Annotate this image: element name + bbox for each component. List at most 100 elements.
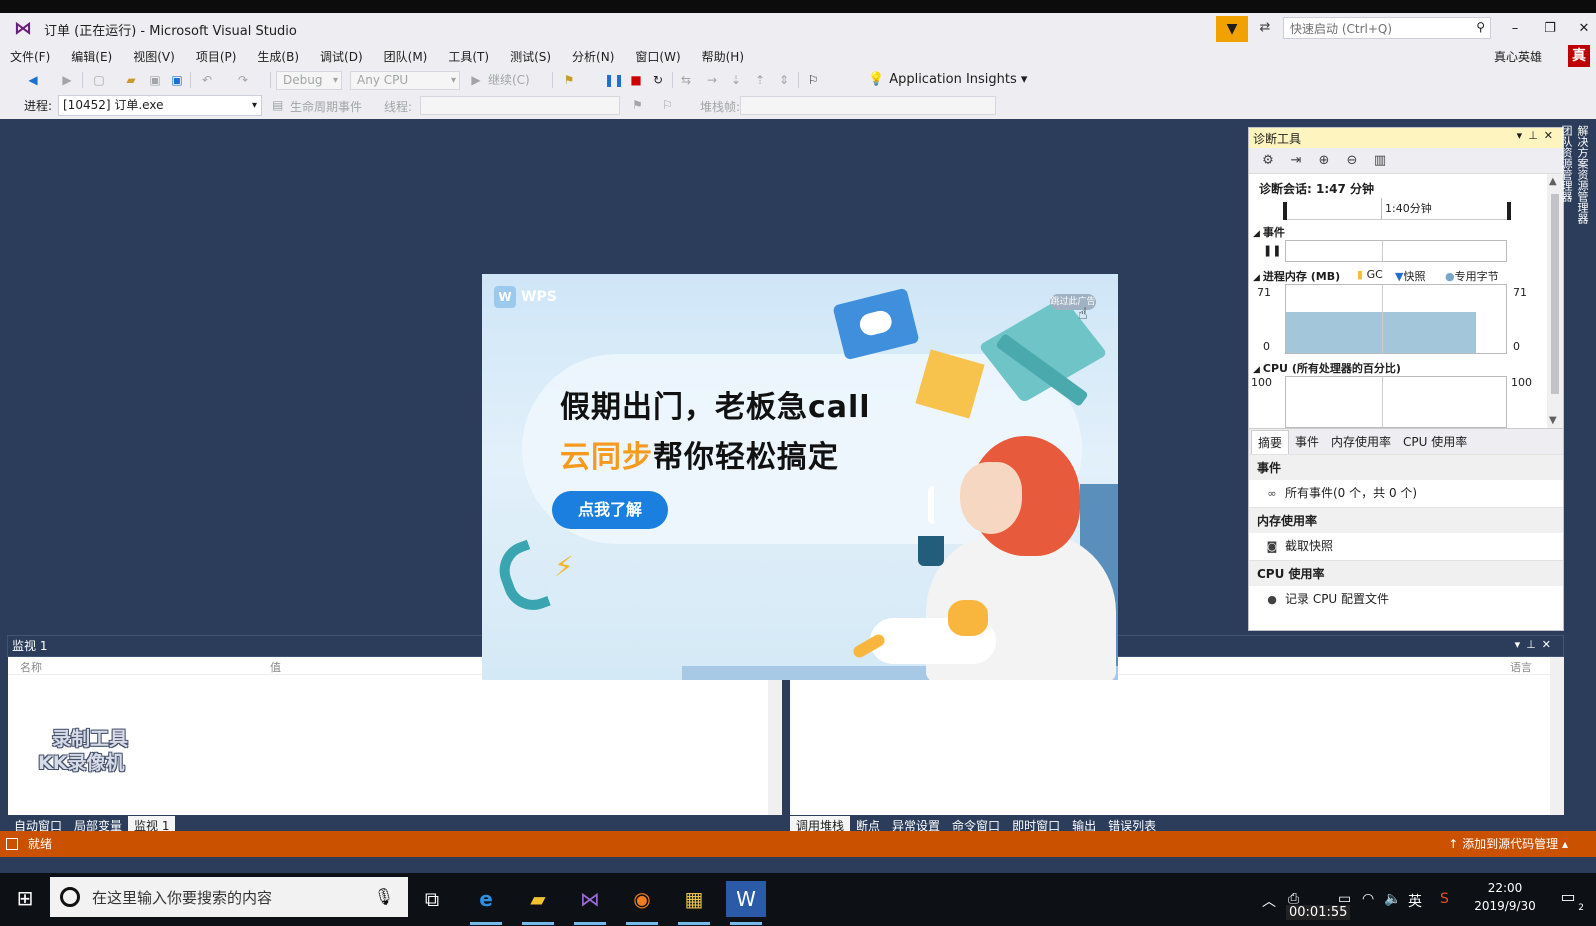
undo-icon[interactable]: ↶	[198, 71, 216, 89]
menu-edit[interactable]: 编辑(E)	[65, 48, 118, 65]
show-hidden-icons-chevron-icon[interactable]: ︿	[1262, 891, 1276, 911]
timeline-end-marker[interactable]	[1507, 202, 1511, 220]
tab-team-explorer[interactable]: 团队资源管理器	[1558, 125, 1574, 224]
open-file-icon[interactable]: ▰	[122, 71, 140, 89]
tab-summary[interactable]: 摘要	[1251, 429, 1290, 454]
events-section-header[interactable]: ◢ 事件	[1253, 224, 1285, 240]
flag-filter-icon[interactable]: ⚑	[632, 98, 643, 112]
minimize-button[interactable]: –	[1505, 19, 1525, 39]
timeline-ruler[interactable]: 1:40分钟	[1283, 198, 1511, 220]
wps-writer-icon[interactable]: W	[726, 881, 766, 925]
new-project-icon[interactable]: ▢	[90, 71, 108, 89]
callstack-scrollbar[interactable]	[1550, 657, 1564, 815]
restore-button[interactable]: ❐	[1540, 19, 1560, 39]
menu-team[interactable]: 团队(M)	[378, 48, 434, 65]
tab-memory-usage[interactable]: 内存使用率	[1325, 430, 1397, 453]
skip-ad-button[interactable]: 跳过此广告	[1050, 294, 1096, 310]
file-explorer-icon[interactable]: ▰	[518, 881, 558, 925]
wps-ad-popup[interactable]: W WPS 跳过此广告 ☝ 假期出门，老板急call 云同步帮你轻松搞定 点我了解…	[482, 274, 1118, 680]
zoom-out-icon[interactable]: ⊖	[1341, 151, 1363, 171]
col-name[interactable]: 名称	[20, 659, 42, 675]
lifecycle-events-button[interactable]: 生命周期事件	[290, 98, 362, 115]
settings-gear-icon[interactable]: ⚙	[1257, 151, 1279, 171]
solution-platform-select[interactable]: Any CPU	[350, 71, 460, 90]
chart-icon[interactable]: ▥	[1369, 151, 1391, 171]
menu-debug[interactable]: 调试(D)	[314, 48, 369, 65]
process-select-icon[interactable]: ⚑	[558, 71, 580, 89]
action-center-icon[interactable]: ▭ 2	[1556, 887, 1584, 913]
notification-filter-icon[interactable]: ▼	[1216, 16, 1248, 42]
summary-events-item[interactable]: ∞ 所有事件(0 个，共 0 个)	[1249, 480, 1563, 507]
callstack-panel[interactable]: 名称 语言	[790, 657, 1564, 815]
panel-window-buttons[interactable]: ▾⊥✕	[1517, 129, 1559, 142]
menu-tools[interactable]: 工具(T)	[442, 48, 495, 65]
zoom-in-icon[interactable]: ⊕	[1313, 151, 1335, 171]
media-app-icon[interactable]: ▦	[674, 881, 714, 925]
network-icon[interactable]: ◠	[1362, 891, 1374, 907]
scroll-thumb[interactable]	[1551, 194, 1559, 394]
recorder-app-icon[interactable]: ◉	[622, 881, 662, 925]
stack-frame-select[interactable]	[740, 96, 996, 115]
export-icon[interactable]: ⇥	[1285, 151, 1307, 171]
panel-window-buttons[interactable]: ▾⊥✕	[1515, 638, 1557, 651]
feedback-icon[interactable]: ⇄	[1256, 20, 1274, 38]
step-out-icon[interactable]: ⇡	[752, 71, 768, 89]
col-value[interactable]: 值	[270, 659, 281, 675]
hex-icon[interactable]: ⇕	[776, 71, 792, 89]
menu-view[interactable]: 视图(V)	[127, 48, 181, 65]
tab-solution-explorer[interactable]: 解决方案资源管理器	[1574, 125, 1590, 224]
thread-flag-icon[interactable]: ⚐	[804, 71, 822, 89]
save-all-icon[interactable]: ▣	[168, 71, 186, 89]
menu-file[interactable]: 文件(F)	[4, 48, 56, 65]
watch-scrollbar[interactable]	[768, 657, 782, 815]
microphone-icon[interactable]: 🎙	[374, 887, 394, 906]
menu-build[interactable]: 生成(B)	[251, 48, 305, 65]
thread-select[interactable]	[420, 96, 620, 115]
cpu-section-header[interactable]: ◢ CPU (所有处理器的百分比)	[1253, 360, 1401, 376]
menu-test[interactable]: 测试(S)	[504, 48, 557, 65]
solution-configuration-select[interactable]: Debug	[276, 71, 342, 90]
volume-icon[interactable]: 🔈	[1384, 891, 1401, 907]
col-language[interactable]: 语言	[1510, 659, 1532, 675]
sogou-input-icon[interactable]: S	[1440, 891, 1449, 907]
application-insights-button[interactable]: 💡 Application Insights ▾	[868, 71, 1027, 89]
visual-studio-taskbar-icon[interactable]: ⋈	[570, 881, 610, 925]
step-over-icon[interactable]: ⇣	[728, 71, 744, 89]
menu-analyze[interactable]: 分析(N)	[566, 48, 620, 65]
redo-icon[interactable]: ↷	[234, 71, 252, 89]
process-select[interactable]: [10452] 订单.exe	[58, 95, 262, 116]
add-to-source-control-button[interactable]: ↑ 添加到源代码管理 ▴	[1448, 831, 1568, 857]
taskbar-clock[interactable]: 22:00 2019/9/30	[1472, 879, 1538, 915]
break-all-icon[interactable]: ❚❚	[604, 71, 624, 89]
scroll-down-icon[interactable]: ▼	[1549, 415, 1557, 426]
show-next-statement-icon[interactable]: ⇆	[678, 71, 694, 89]
scroll-up-icon[interactable]: ▲	[1549, 176, 1557, 187]
cpu-chart[interactable]	[1285, 376, 1507, 428]
memory-chart[interactable]	[1285, 284, 1507, 354]
menu-window[interactable]: 窗口(W)	[629, 48, 686, 65]
menu-project[interactable]: 项目(P)	[190, 48, 243, 65]
avatar[interactable]: 真	[1568, 45, 1590, 67]
stop-debugging-icon[interactable]: ■	[628, 71, 644, 89]
restart-icon[interactable]: ↻	[650, 71, 666, 89]
ime-indicator[interactable]: 英	[1408, 891, 1422, 911]
tab-events[interactable]: 事件	[1289, 430, 1325, 453]
edge-browser-icon[interactable]: e	[466, 881, 506, 925]
learn-more-button[interactable]: 点我了解	[552, 491, 668, 529]
record-cpu-profile-button[interactable]: ● 记录 CPU 配置文件	[1249, 586, 1563, 613]
task-view-icon[interactable]: ⧉	[412, 881, 452, 917]
user-name[interactable]: 真心英雄	[1494, 48, 1542, 65]
watch-panel[interactable]: 名称 值 类型 录制工具 KK录像机	[8, 657, 782, 815]
take-snapshot-button[interactable]: ◙ 截取快照	[1249, 533, 1563, 560]
timeline-start-marker[interactable]	[1283, 202, 1287, 220]
tab-cpu-usage[interactable]: CPU 使用率	[1397, 430, 1473, 453]
back-icon[interactable]: ◀	[24, 71, 42, 89]
lifecycle-events-icon[interactable]: ▤	[272, 98, 283, 112]
pause-icon[interactable]: ❚❚	[1263, 244, 1281, 257]
memory-section-header[interactable]: ◢ 进程内存 (MB)	[1253, 268, 1340, 284]
flag-threads-icon[interactable]: ⚐	[662, 98, 673, 112]
save-icon[interactable]: ▣	[146, 71, 164, 89]
continue-icon[interactable]: ▶	[470, 71, 482, 89]
windows-start-icon[interactable]: ⊞	[14, 887, 36, 909]
taskbar-search-input[interactable]: 在这里输入你要搜索的内容 🎙	[50, 877, 408, 917]
